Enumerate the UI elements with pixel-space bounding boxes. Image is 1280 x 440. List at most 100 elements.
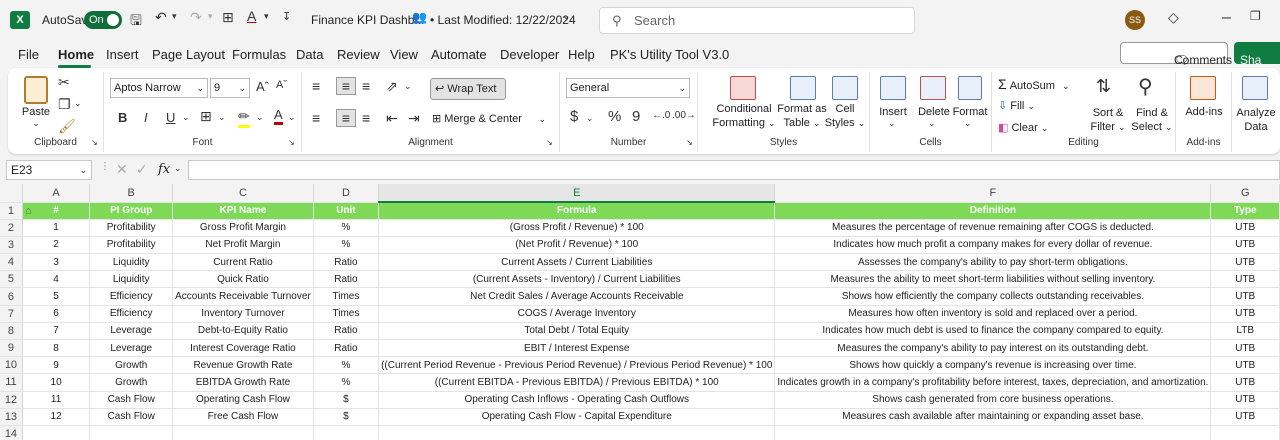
addins-icon[interactable] (1190, 76, 1216, 100)
table-cell[interactable]: 12 (22, 408, 91, 426)
tab-help[interactable]: Help (568, 47, 595, 62)
table-cell[interactable]: Indicates how much profit a company make… (774, 236, 1212, 255)
insert-cells-icon[interactable] (880, 76, 906, 100)
table-cell[interactable]: Growth (89, 373, 174, 392)
header-cell[interactable]: Formula (378, 202, 776, 220)
clear-button[interactable]: ◧ Clear ⌄ (998, 121, 1068, 134)
table-cell[interactable]: UTB (1210, 253, 1280, 272)
font-size-select[interactable]: 9 ⌄ (210, 78, 250, 98)
table-cell[interactable]: 9 (22, 356, 91, 375)
table-cell[interactable] (89, 425, 174, 440)
table-cell[interactable]: Ratio (313, 322, 380, 341)
insert-cells-button[interactable]: Insert (872, 106, 914, 118)
bold-button[interactable]: B (118, 110, 127, 125)
table-cell[interactable]: Efficiency (89, 287, 174, 306)
merge-center-button[interactable]: ⊞ Merge & Center ⌄ (432, 110, 552, 130)
analyze-data-icon[interactable] (1242, 76, 1268, 100)
column-header[interactable]: A (22, 184, 91, 203)
font-color-dd-icon[interactable]: ⌄ (288, 112, 296, 123)
table-cell[interactable]: Indicates how much debt is used to finan… (774, 322, 1212, 341)
table-cell[interactable]: Measures the percentage of revenue remai… (774, 219, 1212, 237)
column-header[interactable]: B (89, 184, 174, 203)
table-cell[interactable]: Revenue Growth Rate (172, 356, 314, 375)
table-cell[interactable]: EBITDA Growth Rate (172, 373, 314, 392)
tab-insert[interactable]: Insert (106, 47, 139, 62)
delete-cells-icon[interactable] (920, 76, 946, 100)
paste-icon[interactable] (24, 76, 48, 104)
table-cell[interactable]: Measures the company's ability to pay in… (774, 339, 1212, 358)
table-cell[interactable] (22, 425, 91, 440)
table-cell[interactable]: Assesses the company's ability to pay sh… (774, 253, 1212, 272)
row-header[interactable]: 4 (0, 253, 23, 272)
tab-developer[interactable]: Developer (500, 47, 559, 62)
cell-styles-icon[interactable] (832, 76, 858, 100)
row-header[interactable]: 10 (0, 356, 23, 375)
table-cell[interactable]: Accounts Receivable Turnover (172, 287, 314, 306)
tab-page-layout[interactable]: Page Layout (152, 47, 225, 62)
borders-icon[interactable]: ⊞ (222, 9, 234, 26)
table-cell[interactable]: Net Profit Margin (172, 236, 314, 255)
user-avatar[interactable]: SS (1125, 10, 1145, 30)
decrease-indent-icon[interactable]: ⇤ (386, 110, 398, 127)
fill-button[interactable]: ⇩ Fill ⌄ (998, 99, 1068, 112)
row-header[interactable]: 3 (0, 236, 23, 255)
row-header[interactable]: 1 (0, 202, 23, 220)
table-cell[interactable]: Interest Coverage Ratio (172, 339, 314, 358)
table-cell[interactable]: 6 (22, 305, 91, 323)
borders-dropdown-icon[interactable]: ⌄ (218, 112, 226, 123)
font-name-select[interactable]: Aptos Narrow ⌄ (110, 78, 208, 98)
row-header[interactable]: 8 (0, 322, 23, 341)
table-cell[interactable]: Cash Flow (89, 391, 174, 409)
table-cell[interactable]: 4 (22, 270, 91, 289)
table-cell[interactable]: 10 (22, 373, 91, 392)
table-cell[interactable]: UTB (1210, 339, 1280, 358)
table-cell[interactable]: % (313, 356, 380, 375)
sort-filter-icon[interactable]: ⇅ (1096, 76, 1111, 97)
table-cell[interactable]: Debt-to-Equity Ratio (172, 322, 314, 341)
premium-diamond-icon[interactable]: ◇ (1168, 9, 1179, 26)
delete-cells-button[interactable]: Delete (914, 106, 954, 118)
align-top-icon[interactable]: ≡ (312, 78, 320, 94)
table-cell[interactable]: (Gross Profit / Revenue) * 100 (378, 219, 776, 237)
undo-dropdown-icon[interactable]: ▾ (172, 11, 177, 22)
table-cell[interactable]: Times (313, 305, 380, 323)
table-cell[interactable]: Shows how quickly a company's revenue is… (774, 356, 1212, 375)
table-cell[interactable]: % (313, 373, 380, 392)
table-cell[interactable]: UTB (1210, 219, 1280, 237)
italic-button[interactable]: I (144, 110, 148, 125)
align-center-icon[interactable]: ≡ (336, 109, 356, 127)
tab-review[interactable]: Review (337, 47, 380, 62)
table-cell[interactable] (172, 425, 314, 440)
delete-dropdown-icon[interactable]: ⌄ (928, 118, 936, 129)
row-header[interactable]: 5 (0, 270, 23, 289)
table-cell[interactable]: 7 (22, 322, 91, 341)
table-cell[interactable]: $ (313, 391, 380, 409)
fx-dropdown-icon[interactable]: ⌄ (174, 163, 182, 174)
table-cell[interactable]: Shows how efficiently the company collec… (774, 287, 1212, 306)
fill-color-dropdown-icon[interactable]: ⌄ (256, 112, 264, 123)
tab-utility-tool[interactable]: PK's Utility Tool V3.0 (610, 47, 729, 62)
table-cell[interactable]: 1 (22, 219, 91, 237)
table-cell[interactable]: 11 (22, 391, 91, 409)
table-cell[interactable]: Current Ratio (172, 253, 314, 272)
table-cell[interactable]: COGS / Average Inventory (378, 305, 776, 323)
table-cell[interactable]: 8 (22, 339, 91, 358)
find-select-button[interactable]: Find & Select ⌄ (1130, 106, 1174, 134)
align-right-icon[interactable]: ≡ (362, 110, 370, 126)
table-cell[interactable]: Ratio (313, 253, 380, 272)
font-launcher-icon[interactable]: ↘ (288, 138, 295, 147)
format-as-table-button[interactable]: Format as Table ⌄ (774, 102, 830, 130)
analyze-data-button[interactable]: Analyze Data (1232, 106, 1280, 134)
autosum-button[interactable]: Σ AutoSum ⌄ (998, 76, 1088, 92)
format-cells-button[interactable]: Format (950, 106, 990, 118)
increase-font-icon[interactable]: Aˆ (256, 79, 269, 94)
minimize-icon[interactable]: – (1222, 9, 1231, 27)
table-cell[interactable]: Times (313, 287, 380, 306)
currency-dropdown-icon[interactable]: ⌄ (586, 113, 594, 124)
table-cell[interactable]: UTB (1210, 305, 1280, 323)
underline-dropdown-icon[interactable]: ⌄ (182, 112, 190, 123)
row-header[interactable]: 13 (0, 408, 23, 426)
enter-icon[interactable]: ✓ (136, 161, 148, 178)
table-cell[interactable]: Measures the ability to meet short-term … (774, 270, 1212, 289)
table-cell[interactable] (774, 425, 1212, 440)
